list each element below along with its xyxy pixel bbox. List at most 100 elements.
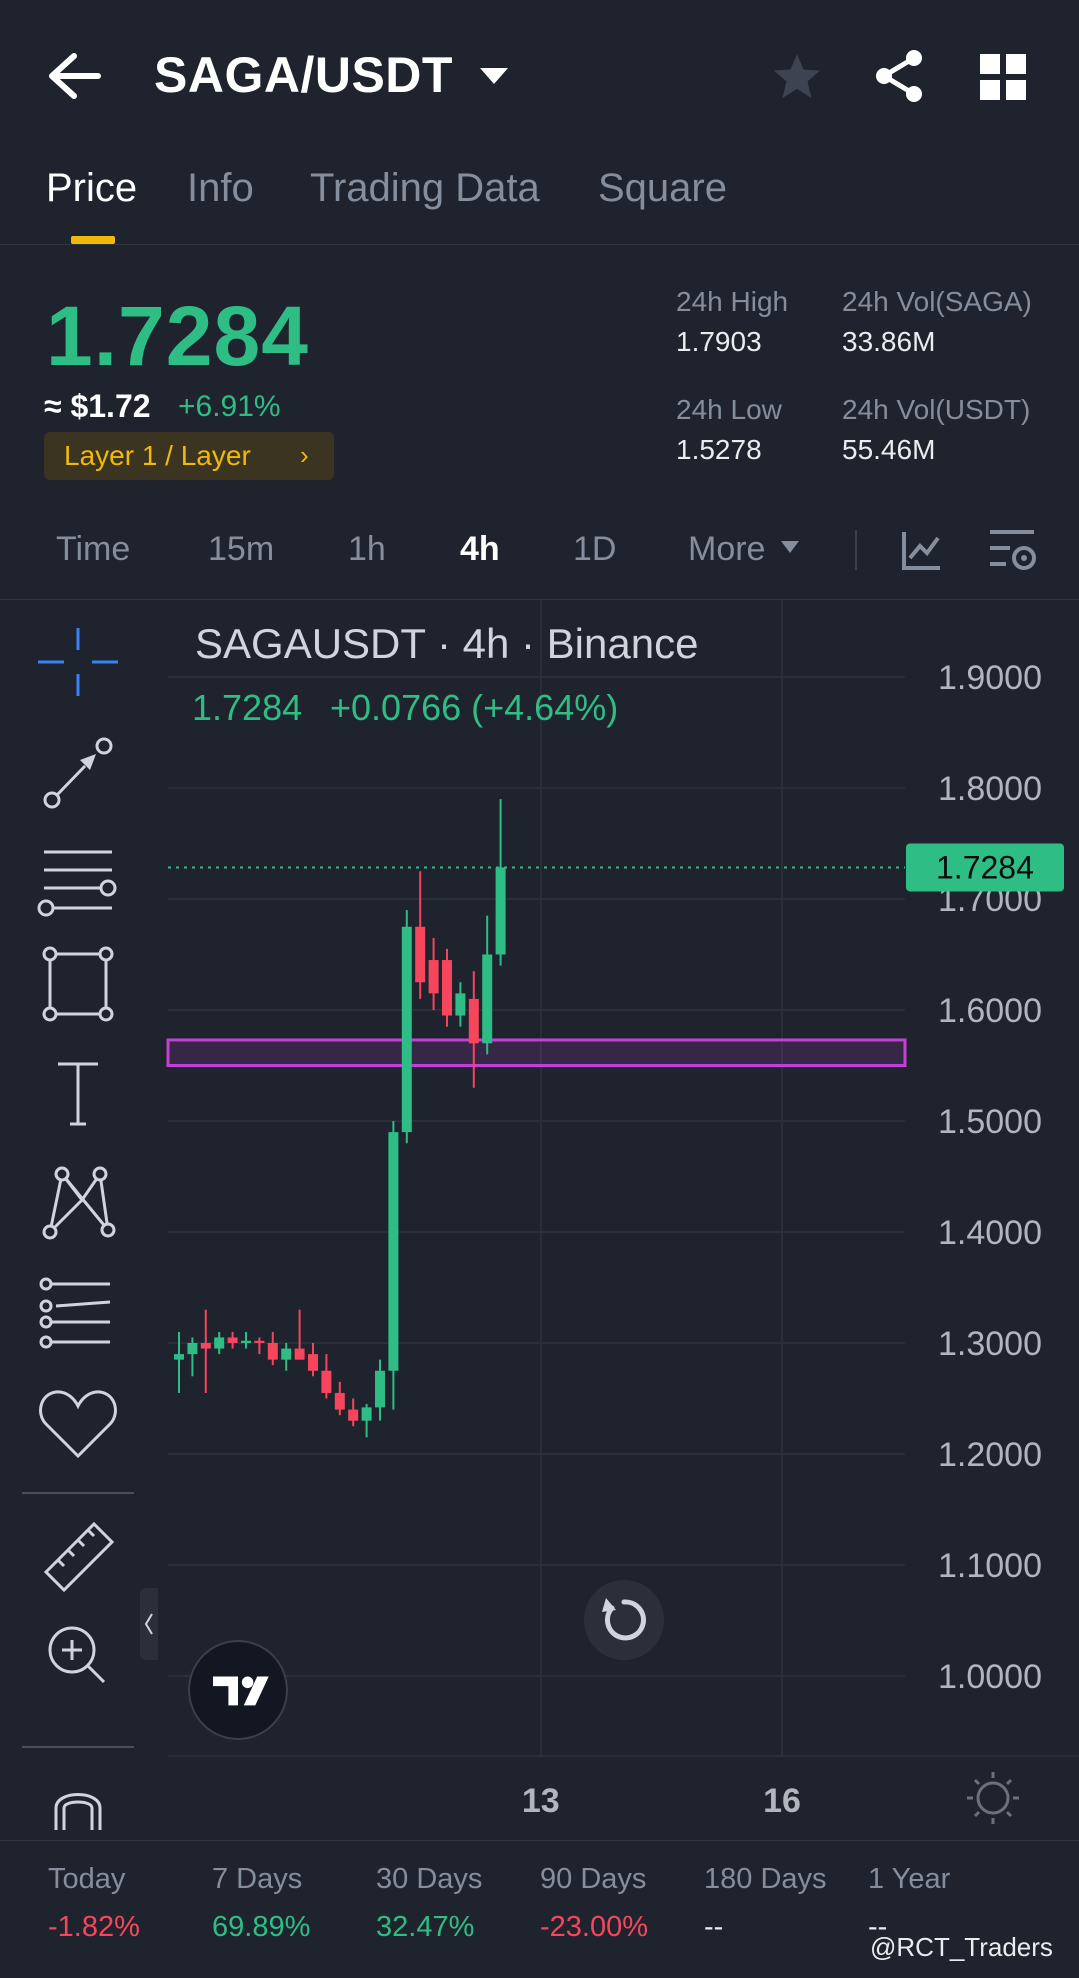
y-tick-label: 1.4000 [938,1214,1042,1252]
ticker-summary: 1.7284 ≈ $1.72 +6.91% Layer 1 / Layer › … [0,270,1079,490]
candle-down [348,1398,359,1427]
candle-down [227,1331,238,1349]
vol-base-label: 24h Vol(SAGA) [842,286,1032,317]
interval-1d[interactable]: 1D [573,530,616,569]
divider [855,530,857,570]
candle-down [321,1354,332,1399]
candle-body [321,1370,332,1393]
perf-label-today: Today [48,1863,126,1895]
crosshair-icon[interactable] [30,620,126,704]
watermark: @RCT_Traders [870,1932,1053,1962]
perf-value-7d: 69.89% [212,1911,311,1943]
chart-theme-icon[interactable] [967,1772,1019,1824]
trend-line-icon[interactable] [30,730,126,814]
favorite-icon[interactable] [30,1380,126,1464]
candle-body [455,993,466,1016]
y-tick-label: 1.6000 [938,992,1042,1030]
tab-price[interactable]: Price [46,166,137,211]
usd-price: ≈ $1.72 [44,388,151,424]
star-icon[interactable] [770,50,824,104]
candle-body [482,954,493,1044]
ruler-icon[interactable] [30,1510,126,1594]
candle-series [174,799,506,1438]
price-chart[interactable]: 1.90001.80001.70001.60001.50001.40001.30… [0,600,1079,1840]
candle-down [200,1309,211,1393]
interval-15m[interactable]: 15m [208,530,274,569]
y-tick-label: 1.5000 [938,1103,1042,1141]
vol-quote-label: 24h Vol(USDT) [842,394,1031,425]
candle-down [334,1381,345,1416]
candle-body [375,1370,385,1408]
change-percent: +6.91% [178,390,281,423]
tab-trading-data[interactable]: Trading Data [310,166,540,211]
toolbar-divider [22,1746,134,1748]
interval-4h[interactable]: 4h [460,530,500,569]
tab-info[interactable]: Info [187,166,254,211]
candle-body [361,1407,372,1421]
candle-body [281,1348,292,1360]
vol-base-value: 33.86M [842,326,936,357]
text-icon[interactable] [30,1052,126,1136]
candle-body [495,867,506,955]
x-tick-label: 16 [763,1782,801,1820]
header: SAGA/USDT [0,0,1079,150]
rectangle-icon[interactable] [30,942,126,1026]
candle-down [254,1337,265,1355]
candle-up [375,1359,385,1421]
perf-value-today: -1.82% [48,1911,140,1943]
indicator-icon[interactable] [900,528,944,572]
chevron-right-icon: › [300,440,309,470]
interval-time[interactable]: Time [56,530,130,569]
candle-up [241,1331,251,1349]
candle-body [267,1343,278,1360]
grid-icon[interactable] [980,54,1026,100]
interval-1h[interactable]: 1h [348,530,386,569]
candle-body [348,1409,359,1421]
back-arrow-icon[interactable] [44,50,104,102]
toolbar-divider [22,1492,134,1494]
candle-down [415,871,426,999]
perf-label-180d: 180 Days [704,1863,827,1895]
candle-body [308,1354,318,1371]
y-tick-label: 1.9000 [938,659,1042,697]
candle-down [294,1309,305,1360]
vol-quote-value: 55.46M [842,434,936,465]
drawing-toolbar [0,600,160,1840]
time-axis: 13 16 [522,1782,801,1820]
candle-up [455,982,466,1027]
candle-body [294,1348,305,1360]
chart-legend-change: +0.0766 (+4.64%) [330,687,618,728]
low-label: 24h Low [676,394,782,425]
perf-value-30d: 32.47% [376,1911,475,1943]
category-tag-label: Layer 1 / Layer [64,440,251,471]
share-icon[interactable] [872,48,928,104]
category-tag[interactable]: Layer 1 / Layer › [44,432,334,480]
candle-body [442,960,452,1016]
tab-square[interactable]: Square [598,166,727,211]
perf-label-1y: 1 Year [868,1863,951,1895]
candle-body [187,1343,198,1355]
tradingview-logo[interactable] [188,1640,288,1740]
toolbar-collapse-handle[interactable] [140,1588,158,1660]
candle-body [388,1132,399,1371]
candle-down [468,971,479,1088]
horizontal-lines-icon[interactable] [30,838,126,922]
candle-body [428,960,439,994]
current-price-badge-label: 1.7284 [936,849,1034,885]
perf-label-30d: 30 Days [376,1863,483,1895]
perf-label-7d: 7 Days [212,1863,303,1895]
chart-settings-icon[interactable] [988,526,1038,574]
pattern-icon[interactable] [30,1160,126,1244]
price-zone-rectangle[interactable] [166,1038,907,1067]
x-tick-label: 13 [522,1782,560,1820]
interval-more[interactable]: More [688,530,765,569]
magnet-icon[interactable] [30,1770,126,1830]
zoom-in-icon[interactable] [30,1612,126,1696]
reset-chart-button[interactable] [584,1580,664,1660]
dropdown-caret-icon[interactable] [478,64,510,88]
y-tick-label: 1.1000 [938,1547,1042,1585]
candle-down [308,1343,318,1377]
y-tick-label: 1.8000 [938,770,1042,808]
fib-icon[interactable] [30,1270,126,1354]
pair-title[interactable]: SAGA/USDT [154,46,453,104]
